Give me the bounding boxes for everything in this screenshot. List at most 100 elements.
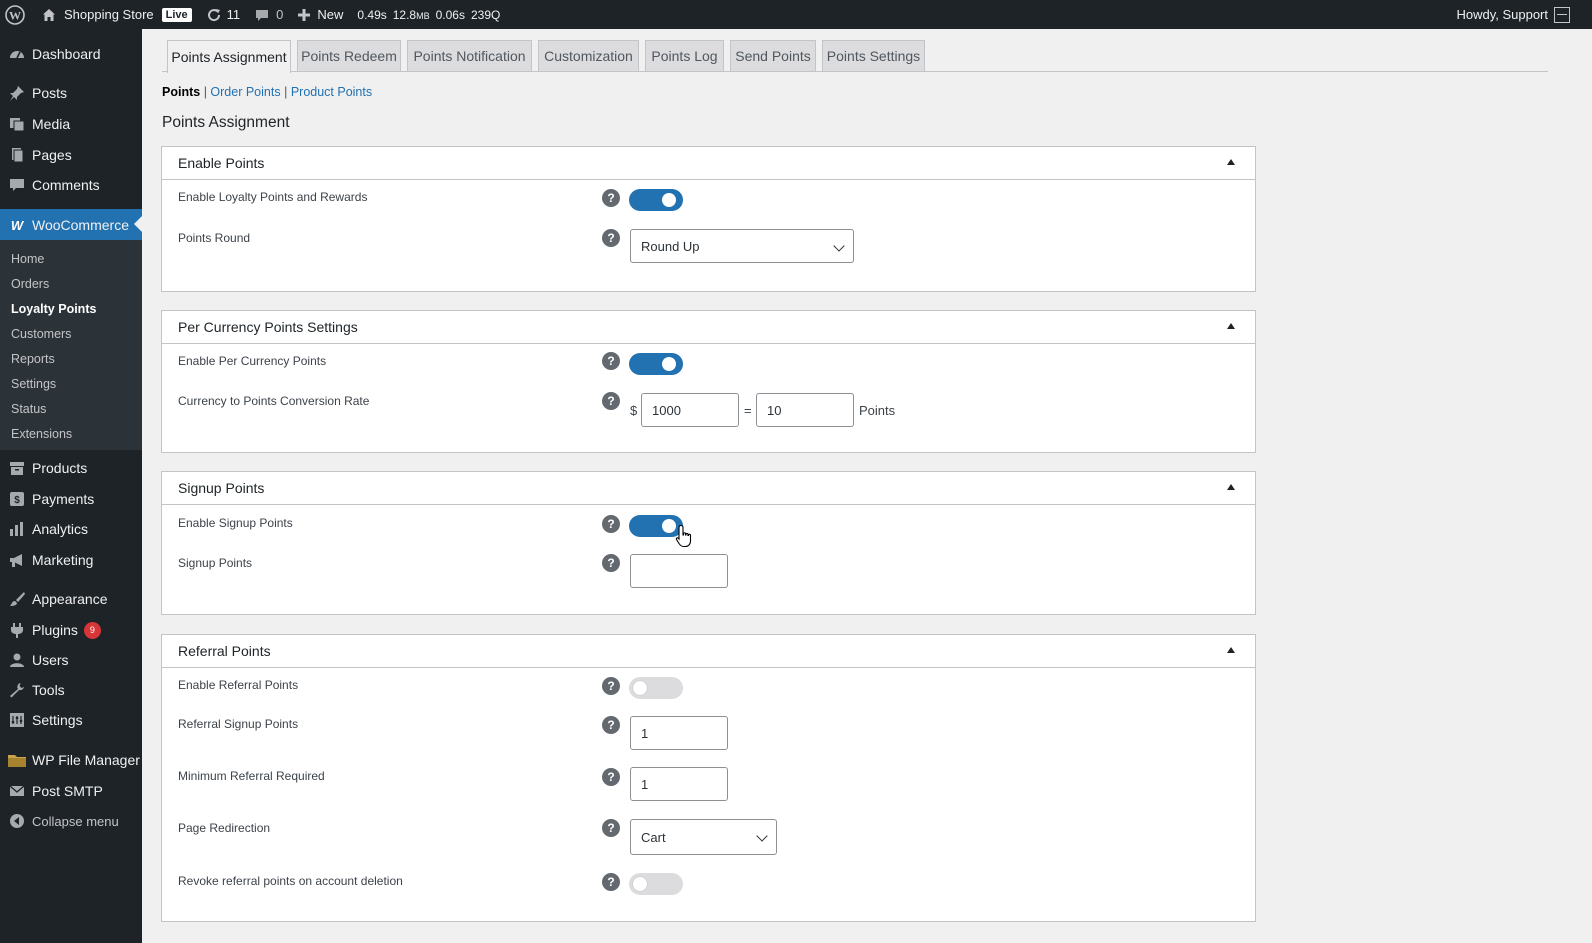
page-title: Points Assignment	[162, 114, 290, 131]
comments-count: 0	[276, 7, 284, 22]
sidebar-item-products[interactable]: Products	[0, 453, 142, 483]
minimum-referral-label: Minimum Referral Required	[178, 769, 325, 783]
sidebar-item-tools[interactable]: Tools	[0, 675, 142, 705]
signup-points-input[interactable]	[630, 554, 728, 588]
help-icon[interactable]: ?	[602, 677, 620, 695]
sidebar-item-dashboard[interactable]: Dashboard	[0, 39, 142, 69]
submenu-item-home[interactable]: Home	[11, 252, 44, 266]
submenu-item-reports[interactable]: Reports	[11, 352, 55, 366]
help-icon[interactable]: ?	[602, 189, 620, 207]
signup-points-label: Signup Points	[178, 556, 253, 570]
sidebar-item-comments[interactable]: Comments	[0, 170, 142, 200]
input-value: 10	[767, 402, 782, 418]
panel-header[interactable]: Enable Points	[162, 147, 1255, 180]
help-icon[interactable]: ?	[602, 768, 620, 786]
archive-icon	[7, 458, 27, 478]
enable-per-currency-toggle[interactable]	[629, 353, 683, 375]
updates-link[interactable]: 11	[199, 0, 248, 29]
points-round-select[interactable]: Round Up	[630, 229, 854, 263]
help-icon[interactable]: ?	[602, 716, 620, 734]
conversion-rate-label: Currency to Points Conversion Rate	[178, 394, 370, 408]
my-account-link[interactable]: Howdy, Support	[1456, 6, 1592, 23]
comments-link[interactable]: 0	[247, 0, 290, 29]
sidebar-item-appearance[interactable]: Appearance	[0, 584, 142, 614]
tab-customization[interactable]: Customization	[538, 40, 639, 71]
sidebar-item-label: WP File Manager	[32, 752, 140, 768]
help-icon[interactable]: ?	[602, 515, 620, 533]
input-value: 1000	[652, 402, 681, 418]
wordpress-logo-icon[interactable]: W	[0, 0, 37, 29]
help-icon[interactable]: ?	[602, 392, 620, 410]
panel-header[interactable]: Per Currency Points Settings	[162, 311, 1255, 344]
query-monitor-link[interactable]: 0.49s 12.8MB 0.06s 239Q	[350, 0, 507, 29]
currency-amount-input[interactable]: 1000	[641, 393, 739, 427]
help-icon[interactable]: ?	[602, 229, 620, 247]
help-icon[interactable]: ?	[602, 873, 620, 891]
sidebar-item-label: Post SMTP	[32, 783, 103, 799]
panel-header[interactable]: Signup Points	[162, 472, 1255, 505]
hand-cursor-icon	[675, 524, 695, 555]
collapse-caret-icon[interactable]	[1227, 323, 1235, 329]
panel-header[interactable]: Referral Points	[162, 635, 1255, 668]
page-redirection-select[interactable]: Cart	[630, 819, 777, 855]
sidebar-item-media[interactable]: Media	[0, 109, 142, 139]
currency-symbol: $	[630, 403, 638, 418]
new-content-link[interactable]: New	[290, 0, 350, 29]
select-value: Cart	[641, 829, 666, 845]
tab-points-settings[interactable]: Points Settings	[822, 40, 925, 71]
submenu-item-extensions[interactable]: Extensions	[11, 427, 72, 441]
sidebar-item-label: Posts	[32, 85, 68, 101]
sidebar-item-marketing[interactable]: Marketing	[0, 545, 142, 575]
sidebar-item-woocommerce[interactable]: W WooCommerce	[0, 209, 142, 240]
sidebar-item-pages[interactable]: Pages	[0, 140, 142, 170]
submenu-item-settings[interactable]: Settings	[11, 377, 56, 391]
sidebar-item-posts[interactable]: Posts	[0, 78, 142, 108]
subsub-product-points[interactable]: Product Points	[291, 85, 372, 99]
site-name-link[interactable]: Shopping Store Live	[37, 0, 199, 29]
referral-signup-points-input[interactable]: 1	[630, 716, 728, 750]
tab-points-log[interactable]: Points Log	[645, 40, 724, 71]
submenu-item-loyalty-points[interactable]: Loyalty Points	[11, 302, 96, 316]
sidebar-item-payments[interactable]: $ Payments	[0, 484, 142, 514]
paintbrush-icon	[7, 589, 27, 609]
sidebar-item-users[interactable]: Users	[0, 645, 142, 675]
updates-count: 11	[226, 7, 241, 22]
site-name: Shopping Store	[64, 7, 154, 22]
submenu-item-status[interactable]: Status	[11, 402, 46, 416]
sidebar-item-analytics[interactable]: Analytics	[0, 514, 142, 544]
sidebar-item-label: Tools	[32, 682, 65, 698]
megaphone-icon	[7, 550, 27, 570]
panel-title: Enable Points	[178, 155, 265, 171]
tab-points-assignment[interactable]: Points Assignment	[167, 40, 291, 73]
tab-send-points[interactable]: Send Points	[730, 40, 816, 71]
minimum-referral-input[interactable]: 1	[630, 767, 728, 801]
submenu-item-orders[interactable]: Orders	[11, 277, 49, 291]
toggle-knob	[662, 193, 676, 207]
enable-loyalty-points-toggle[interactable]	[629, 189, 683, 211]
panel-title: Referral Points	[178, 643, 271, 659]
sidebar-item-post-smtp[interactable]: Post SMTP	[0, 776, 142, 806]
subsub-points[interactable]: Points	[162, 85, 200, 99]
collapse-caret-icon[interactable]	[1227, 159, 1235, 165]
collapse-menu-button[interactable]: Collapse menu	[0, 806, 142, 836]
sidebar-item-label: WooCommerce	[32, 216, 129, 233]
points-amount-input[interactable]: 10	[756, 393, 854, 427]
admin-bar: W Shopping Store Live 11 0 New 0.49s 12.…	[0, 0, 1592, 29]
tab-points-notification[interactable]: Points Notification	[407, 40, 532, 71]
avatar	[1554, 6, 1570, 23]
sidebar-item-wp-file-manager[interactable]: WP File Manager	[0, 745, 142, 775]
tab-points-redeem[interactable]: Points Redeem	[297, 40, 401, 71]
revoke-referral-toggle[interactable]	[629, 873, 683, 895]
pin-icon	[7, 83, 27, 103]
subsub-order-points[interactable]: Order Points	[210, 85, 280, 99]
sidebar-item-label: Dashboard	[32, 46, 101, 62]
help-icon[interactable]: ?	[602, 554, 620, 572]
help-icon[interactable]: ?	[602, 352, 620, 370]
help-icon[interactable]: ?	[602, 819, 620, 837]
collapse-caret-icon[interactable]	[1227, 484, 1235, 490]
sidebar-item-settings[interactable]: Settings	[0, 705, 142, 735]
enable-referral-points-toggle[interactable]	[629, 677, 683, 699]
submenu-item-customers[interactable]: Customers	[11, 327, 71, 341]
collapse-caret-icon[interactable]	[1227, 647, 1235, 653]
sidebar-item-plugins[interactable]: Plugins 9	[0, 615, 142, 645]
